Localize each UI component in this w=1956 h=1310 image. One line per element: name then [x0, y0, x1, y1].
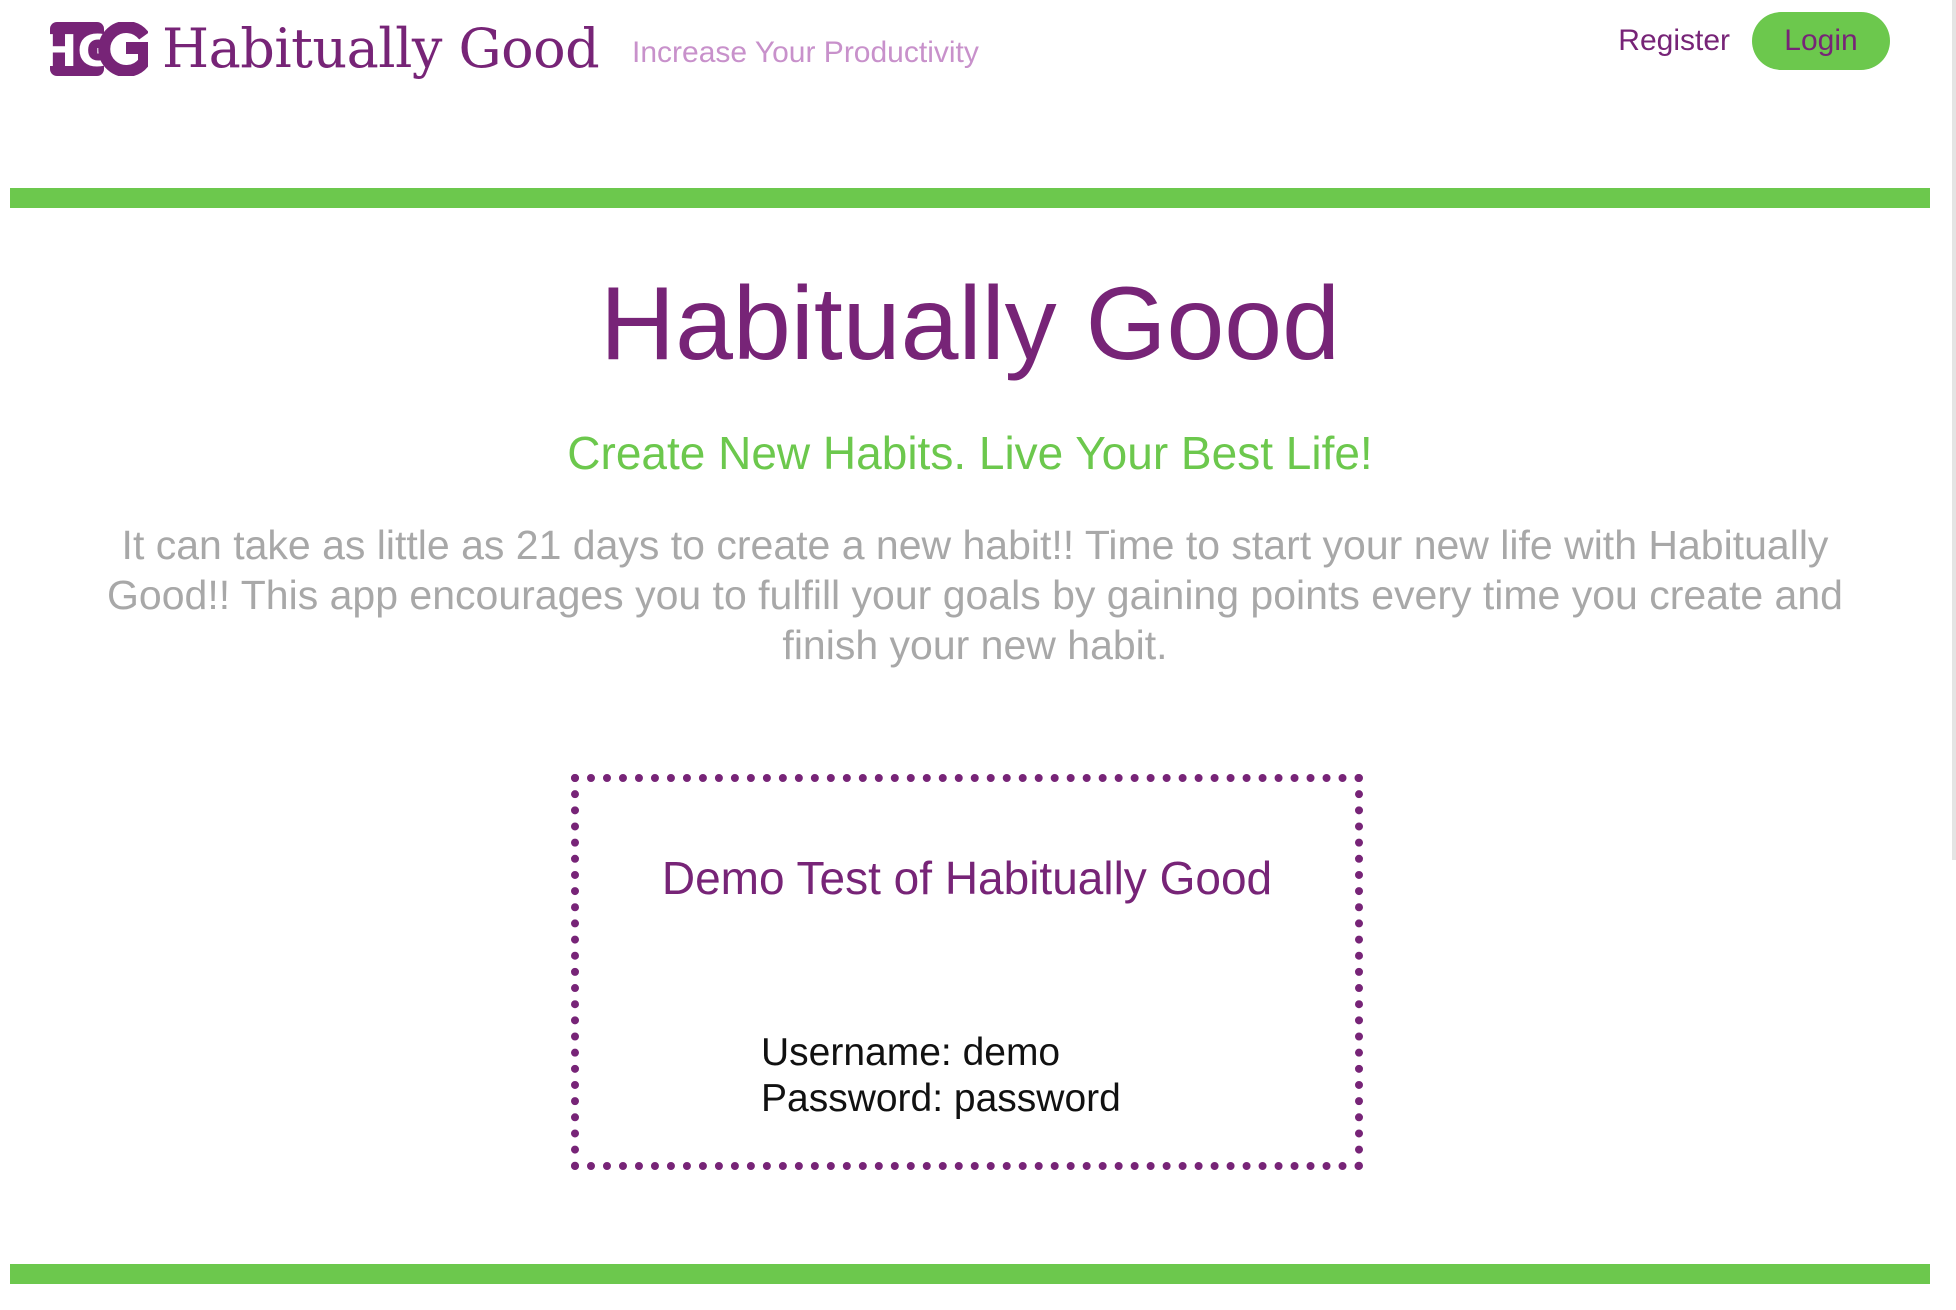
hero-subtitle: Create New Habits. Live Your Best Life! — [567, 427, 1373, 479]
demo-title: Demo Test of Habitually Good — [661, 852, 1273, 904]
hg-logo-icon: HG — [50, 22, 148, 76]
tagline: Increase Your Productivity — [632, 36, 979, 69]
login-button[interactable]: Login — [1752, 12, 1890, 70]
scrollbar-edge[interactable] — [1952, 0, 1956, 860]
bottom-green-divider — [10, 1264, 1930, 1284]
brand-name: Habitually Good — [162, 17, 600, 80]
hero-description: It can take as little as 21 days to crea… — [107, 522, 1843, 668]
page: HG Habitually Good Increase Your Product… — [0, 0, 1956, 1310]
demo-username: Username: demo — [761, 1031, 1061, 1074]
demo-password: Password: password — [761, 1077, 1121, 1120]
top-green-divider — [10, 188, 1930, 208]
register-link[interactable]: Register — [1618, 24, 1730, 58]
brand-home-link[interactable]: HG Habitually Good — [50, 14, 600, 84]
top-nav: Register Login — [1618, 12, 1890, 70]
demo-credentials: Username: demo Password: password — [761, 1030, 1121, 1122]
demo-credentials-box: Demo Test of Habitually Good Username: d… — [571, 774, 1363, 1170]
hero-title: Habitually Good — [600, 266, 1340, 382]
